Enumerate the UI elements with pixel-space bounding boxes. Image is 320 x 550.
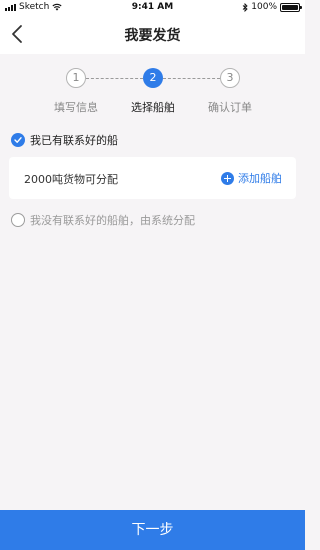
add-ship-button[interactable]: 添加船舶 xyxy=(221,170,282,186)
step-connector xyxy=(86,78,143,79)
status-bar: Sketch 9:41 AM 100% xyxy=(0,0,305,14)
unchecked-radio-icon[interactable] xyxy=(11,213,25,227)
step-3-indicator: 3 xyxy=(220,68,240,88)
checked-radio-icon[interactable] xyxy=(11,133,25,147)
option-no-ship[interactable]: 我没有联系好的船舶，由系统分配 xyxy=(11,212,195,228)
page-title: 我要发货 xyxy=(124,28,181,44)
cargo-available-text: 2000吨货物可分配 xyxy=(24,173,118,186)
cargo-card: 2000吨货物可分配 添加船舶 xyxy=(9,157,296,199)
battery-percentage: 100% xyxy=(251,2,277,12)
step-2-label: 选择船舶 xyxy=(131,101,175,114)
step-1-indicator: 1 xyxy=(66,68,86,88)
option-has-ship-label: 我已有联系好的船 xyxy=(30,134,118,147)
step-2-indicator: 2 xyxy=(143,68,163,88)
add-ship-label: 添加船舶 xyxy=(238,172,282,185)
step-connector xyxy=(163,78,220,79)
nav-bar: 我要发货 xyxy=(0,14,305,54)
progress-steps: 1 2 3 填写信息 选择船舶 确认订单 xyxy=(0,54,305,120)
battery-icon xyxy=(280,2,302,12)
next-button[interactable]: 下一步 xyxy=(0,510,305,550)
plus-circle-icon xyxy=(221,171,234,185)
step-3-label: 确认订单 xyxy=(208,101,252,114)
battery-level-fill xyxy=(282,4,298,10)
status-right: 100% xyxy=(242,2,302,12)
step-1-label: 填写信息 xyxy=(54,101,98,114)
option-no-ship-label: 我没有联系好的船舶，由系统分配 xyxy=(30,214,195,227)
option-has-ship[interactable]: 我已有联系好的船 xyxy=(11,132,118,148)
bluetooth-icon xyxy=(242,2,248,12)
